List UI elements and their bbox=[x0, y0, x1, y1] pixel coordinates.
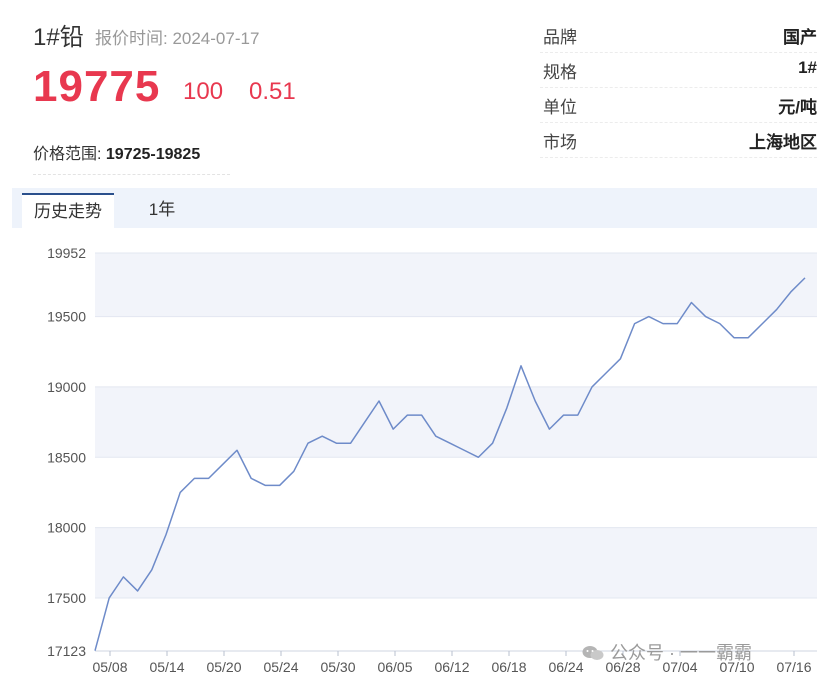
range-divider bbox=[33, 174, 230, 175]
x-tick-label: 06/12 bbox=[434, 659, 469, 675]
tab-1-year[interactable]: 1年 bbox=[142, 193, 182, 226]
price-chart: 17123 17500 18000 18500 19000 19500 19952 05/0… bbox=[47, 245, 817, 675]
info-label: 规格 bbox=[543, 63, 577, 82]
info-label: 品牌 bbox=[543, 28, 577, 47]
price-range-label: 价格范围: bbox=[33, 146, 102, 163]
y-tick-label: 18000 bbox=[47, 520, 86, 536]
y-tick-label: 19000 bbox=[47, 379, 86, 395]
x-tick-label: 05/24 bbox=[263, 659, 298, 675]
grid-band bbox=[95, 527, 817, 598]
x-tick-label: 05/08 bbox=[92, 659, 127, 675]
tab-history[interactable]: 历史走势 bbox=[22, 193, 114, 228]
info-label: 单位 bbox=[543, 98, 577, 117]
info-value: 元/吨 bbox=[778, 98, 817, 117]
price-change: 100 bbox=[183, 78, 224, 105]
watermark-text: 公众号 · 一一霸霸 bbox=[610, 643, 752, 663]
info-row-spec: 规格 1# bbox=[540, 53, 817, 88]
info-value: 上海地区 bbox=[749, 133, 817, 152]
x-tick-label: 05/14 bbox=[149, 659, 184, 675]
y-tick-label: 19952 bbox=[47, 245, 86, 261]
x-tick-label: 06/05 bbox=[377, 659, 412, 675]
y-tick-label: 18500 bbox=[47, 449, 86, 465]
info-row-market: 市场 上海地区 bbox=[540, 123, 817, 158]
watermark: 公众号 · 一一霸霸 bbox=[582, 639, 752, 665]
info-label: 市场 bbox=[543, 133, 577, 152]
price-change-percent: 0.51 bbox=[249, 78, 296, 105]
quote-time: 报价时间: 2024-07-17 bbox=[95, 29, 260, 48]
info-value: 国产 bbox=[783, 28, 817, 47]
info-value: 1# bbox=[798, 58, 817, 77]
y-tick-label: 17123 bbox=[47, 643, 86, 659]
x-tick-label: 06/24 bbox=[548, 659, 583, 675]
x-tick-label: 06/18 bbox=[491, 659, 526, 675]
wechat-icon bbox=[582, 646, 604, 660]
info-table: 品牌 国产 规格 1# 单位 元/吨 市场 上海地区 bbox=[540, 18, 817, 158]
price-range: 价格范围: 19725-19825 bbox=[33, 140, 200, 164]
price-range-value: 19725-19825 bbox=[105, 146, 201, 163]
chart-tabs: 历史走势 1年 bbox=[12, 188, 817, 228]
x-tick-label: 07/16 bbox=[776, 659, 811, 675]
grid-band bbox=[95, 253, 817, 317]
x-tick-label: 05/30 bbox=[320, 659, 355, 675]
current-price: 19775 bbox=[33, 62, 161, 111]
y-tick-label: 17500 bbox=[47, 590, 86, 606]
info-row-brand: 品牌 国产 bbox=[540, 18, 817, 53]
product-name: 1#铅 bbox=[33, 24, 84, 51]
info-row-unit: 单位 元/吨 bbox=[540, 88, 817, 123]
y-tick-label: 19500 bbox=[47, 309, 86, 325]
x-tick-label: 05/20 bbox=[206, 659, 241, 675]
